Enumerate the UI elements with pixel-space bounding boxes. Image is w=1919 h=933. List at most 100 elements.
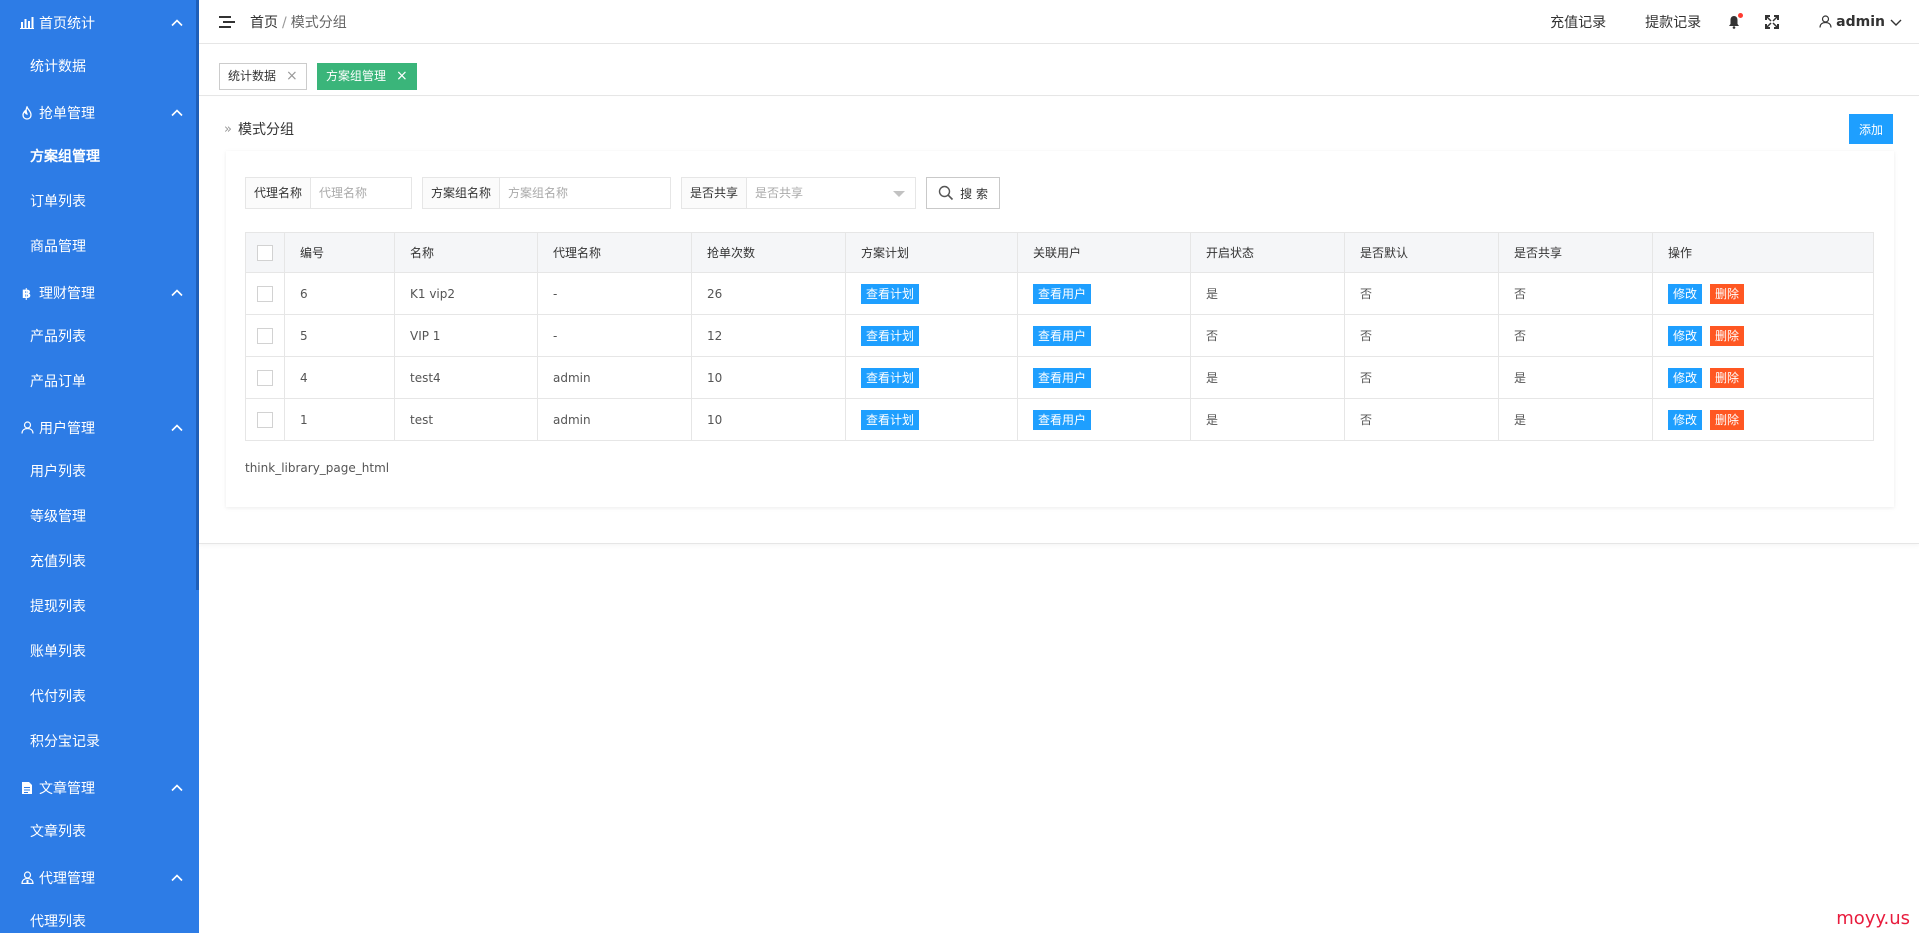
select-all-cell — [245, 232, 285, 273]
view-users-button[interactable]: 查看用户 — [1033, 367, 1092, 388]
sidebar-group-label: 文章管理 — [39, 780, 95, 797]
cell-plan: 查看计划 — [845, 314, 1018, 357]
view-users-button[interactable]: 查看用户 — [1033, 283, 1092, 304]
sidebar-item-3-0[interactable]: 用户列表 — [0, 450, 199, 495]
delete-button[interactable]: 删除 — [1710, 409, 1745, 430]
search-button[interactable]: 搜 索 — [926, 177, 1001, 209]
row-checkbox[interactable] — [257, 285, 273, 302]
sidebar-group-1[interactable]: 抢单管理 — [0, 90, 199, 135]
sidebar-item-1-0[interactable]: 方案组管理 — [0, 135, 199, 180]
col-enabled: 开启状态 — [1190, 232, 1345, 273]
cell-shared: 是 — [1498, 356, 1653, 399]
group-filter: 方案组名称 — [422, 177, 672, 209]
delete-button[interactable]: 删除 — [1710, 367, 1745, 388]
content-card: 代理名称 方案组名称 是否共享 是否共享 搜 索 — [226, 151, 1894, 507]
edit-button[interactable]: 修改 — [1668, 367, 1703, 388]
row-select-cell — [245, 314, 285, 357]
delete-button[interactable]: 删除 — [1710, 325, 1745, 346]
chevron-up-icon — [169, 105, 185, 121]
recharge-record-link[interactable]: 充值记录 — [1550, 12, 1606, 32]
add-button[interactable]: 添加 — [1849, 114, 1893, 144]
fullscreen-icon[interactable] — [1765, 14, 1780, 29]
sidebar-item-3-3[interactable]: 提现列表 — [0, 585, 199, 630]
withdraw-record-link[interactable]: 提款记录 — [1645, 12, 1701, 32]
view-plan-button[interactable]: 查看计划 — [861, 325, 920, 346]
plan-group-table: 编号 名称 代理名称 抢单次数 方案计划 关联用户 开启状态 是否默认 是否共享… — [245, 232, 1874, 441]
view-plan-button[interactable]: 查看计划 — [861, 409, 920, 430]
view-users-button[interactable]: 查看用户 — [1033, 409, 1092, 430]
close-icon[interactable]: × — [286, 64, 298, 89]
sidebar-group-4[interactable]: 文章管理 — [0, 765, 199, 810]
search-icon — [938, 185, 954, 201]
share-select[interactable]: 是否共享 — [747, 178, 915, 208]
tab-stats[interactable]: 统计数据 × — [219, 63, 307, 90]
view-plan-button[interactable]: 查看计划 — [861, 367, 920, 388]
group-name-input[interactable] — [500, 178, 671, 208]
cell-agent: - — [537, 314, 692, 357]
sidebar-item-3-2[interactable]: 充值列表 — [0, 540, 199, 585]
sidebar-group-0[interactable]: 首页统计 — [0, 0, 199, 45]
table-header-row: 编号 名称 代理名称 抢单次数 方案计划 关联用户 开启状态 是否默认 是否共享… — [245, 232, 1874, 273]
sidebar-group-2[interactable]: ฿ 理财管理 — [0, 270, 199, 315]
page-title-text: 模式分组 — [237, 122, 294, 138]
search-button-label: 搜 索 — [960, 186, 988, 201]
user-icon — [20, 421, 34, 435]
cell-shared: 是 — [1498, 398, 1653, 441]
col-plan: 方案计划 — [845, 232, 1018, 273]
cell-plan: 查看计划 — [845, 272, 1018, 315]
col-users: 关联用户 — [1017, 232, 1191, 273]
chevron-up-icon — [169, 15, 185, 31]
sidebar-item-0-0[interactable]: 统计数据 — [0, 45, 199, 90]
cell-name: test — [394, 398, 538, 441]
share-filter: 是否共享 是否共享 — [681, 177, 917, 209]
chevron-up-icon — [169, 420, 185, 436]
edit-button[interactable]: 修改 — [1668, 409, 1703, 430]
user-menu[interactable]: admin — [1819, 14, 1903, 30]
col-id: 编号 — [284, 232, 395, 273]
tab-label: 统计数据 — [228, 69, 277, 83]
menu-toggle-icon[interactable] — [219, 15, 235, 29]
agent-filter: 代理名称 — [245, 177, 413, 209]
sidebar-item-5-0[interactable]: 代理列表 — [0, 900, 199, 933]
edit-button[interactable]: 修改 — [1668, 325, 1703, 346]
sidebar-item-3-6[interactable]: 积分宝记录 — [0, 720, 199, 765]
sidebar-item-2-0[interactable]: 产品列表 — [0, 315, 199, 360]
view-users-button[interactable]: 查看用户 — [1033, 325, 1092, 346]
select-all-checkbox[interactable] — [257, 244, 273, 261]
cell-name: VIP 1 — [394, 314, 538, 357]
table-row: 5 VIP 1-12 查看计划 查看用户否否否修改 删除 — [245, 314, 1874, 357]
table-row: 6 K1 vip2-26 查看计划 查看用户是否否修改 删除 — [245, 272, 1874, 315]
sidebar-item-3-5[interactable]: 代付列表 — [0, 675, 199, 720]
sidebar-item-1-1[interactable]: 订单列表 — [0, 180, 199, 225]
breadcrumb-home[interactable]: 首页 — [250, 15, 278, 31]
bell-icon[interactable] — [1727, 12, 1744, 29]
sidebar: 首页统计 统计数据 抢单管理 方案组管理 订单列表 商品管理 ฿ 理财管理 产品列表 产品订单 用户… — [0, 0, 199, 933]
close-icon[interactable]: × — [396, 64, 408, 89]
sidebar-group-3[interactable]: 用户管理 — [0, 405, 199, 450]
cell-count: 12 — [691, 314, 846, 357]
cell-id: 5 — [284, 314, 395, 357]
agent-name-input[interactable] — [311, 178, 412, 208]
row-checkbox[interactable] — [257, 369, 273, 386]
sidebar-item-3-4[interactable]: 账单列表 — [0, 630, 199, 675]
cell-actions: 修改 删除 — [1652, 398, 1874, 441]
caret-down-icon — [893, 191, 906, 197]
cell-actions: 修改 删除 — [1652, 272, 1874, 315]
row-checkbox[interactable] — [257, 411, 273, 428]
breadcrumb-separator: / — [282, 14, 287, 31]
cell-actions: 修改 删除 — [1652, 314, 1874, 357]
sidebar-item-1-2[interactable]: 商品管理 — [0, 225, 199, 270]
bitcoin-icon: ฿ — [20, 286, 34, 300]
edit-button[interactable]: 修改 — [1668, 283, 1703, 304]
sidebar-item-2-1[interactable]: 产品订单 — [0, 360, 199, 405]
cell-shared: 否 — [1498, 272, 1653, 315]
top-header: 首页 / 模式分组 充值记录 提款记录 admin — [199, 0, 1919, 44]
sidebar-group-5[interactable]: 代理管理 — [0, 855, 199, 900]
sidebar-item-4-0[interactable]: 文章列表 — [0, 810, 199, 855]
view-plan-button[interactable]: 查看计划 — [861, 283, 920, 304]
tab-plan-group[interactable]: 方案组管理 × — [317, 63, 417, 90]
row-checkbox[interactable] — [257, 327, 273, 344]
cell-actions: 修改 删除 — [1652, 356, 1874, 399]
delete-button[interactable]: 删除 — [1710, 283, 1745, 304]
sidebar-item-3-1[interactable]: 等级管理 — [0, 495, 199, 540]
